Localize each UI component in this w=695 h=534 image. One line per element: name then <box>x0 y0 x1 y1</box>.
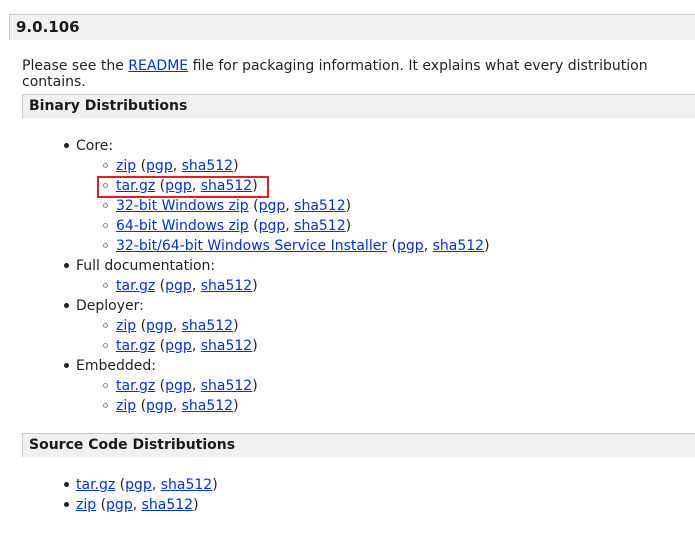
bullet-disc <box>64 502 69 507</box>
core-zip-pgp-link[interactable]: pgp <box>146 158 173 174</box>
embedded-zip-link[interactable]: zip <box>116 398 136 414</box>
core-win64-sha512-link[interactable]: sha512 <box>294 218 345 234</box>
source-targz-pgp-link[interactable]: pgp <box>125 477 152 493</box>
binary-distributions-header: Binary Distributions <box>22 94 695 118</box>
deployer-targz-link[interactable]: tar.gz <box>116 338 155 354</box>
list-item: tar.gz (pgp, sha512) <box>76 477 218 493</box>
bullet-circle <box>103 323 108 328</box>
list-item: zip (pgp, sha512) <box>116 318 239 334</box>
core-installer-sha512-link[interactable]: sha512 <box>433 238 484 254</box>
source-distributions-header: Source Code Distributions <box>22 433 695 457</box>
embedded-targz-link[interactable]: tar.gz <box>116 378 155 394</box>
intro-before: Please see the <box>22 58 129 74</box>
bullet-disc <box>64 482 69 487</box>
core-win32-sha512-link[interactable]: sha512 <box>294 198 345 214</box>
core-installer-pgp-link[interactable]: pgp <box>397 238 424 254</box>
core-win64-zip-link[interactable]: 64-bit Windows zip <box>116 218 249 234</box>
bullet-disc <box>64 263 69 268</box>
fulldoc-label: Full documentation: <box>76 258 216 274</box>
highlight-box <box>97 176 269 198</box>
deployer-targz-pgp-link[interactable]: pgp <box>165 338 192 354</box>
deployer-zip-sha512-link[interactable]: sha512 <box>182 318 233 334</box>
bullet-circle <box>103 283 108 288</box>
readme-link[interactable]: README <box>128 58 188 74</box>
bullet-disc <box>64 303 69 308</box>
core-zip-link[interactable]: zip <box>116 158 136 174</box>
list-item: zip (pgp, sha512) <box>76 497 199 513</box>
fulldoc-sha512-link[interactable]: sha512 <box>201 278 252 294</box>
core-win32-zip-link[interactable]: 32-bit Windows zip <box>116 198 249 214</box>
source-targz-link[interactable]: tar.gz <box>76 477 115 493</box>
embedded-zip-sha512-link[interactable]: sha512 <box>182 398 233 414</box>
deployer-label: Deployer: <box>76 298 144 314</box>
version-header: 9.0.106 <box>9 14 695 40</box>
deployer-zip-pgp-link[interactable]: pgp <box>146 318 173 334</box>
list-item: 32-bit Windows zip (pgp, sha512) <box>116 198 352 214</box>
embedded-label: Embedded: <box>76 358 156 374</box>
bullet-circle <box>103 403 108 408</box>
core-win64-pgp-link[interactable]: pgp <box>259 218 286 234</box>
bullet-circle <box>103 203 108 208</box>
bullet-circle <box>103 223 108 228</box>
embedded-targz-pgp-link[interactable]: pgp <box>165 378 192 394</box>
fulldoc-pgp-link[interactable]: pgp <box>165 278 192 294</box>
bullet-circle <box>103 163 108 168</box>
list-item: tar.gz (pgp, sha512) <box>116 278 258 294</box>
bullet-circle <box>103 243 108 248</box>
bullet-disc <box>64 143 69 148</box>
bullet-circle <box>103 343 108 348</box>
binary-distributions-title: Binary Distributions <box>29 98 188 114</box>
core-win32-pgp-link[interactable]: pgp <box>259 198 286 214</box>
core-label: Core: <box>76 138 114 154</box>
bullet-disc <box>64 363 69 368</box>
embedded-targz-sha512-link[interactable]: sha512 <box>201 378 252 394</box>
source-targz-sha512-link[interactable]: sha512 <box>161 477 212 493</box>
deployer-zip-link[interactable]: zip <box>116 318 136 334</box>
version-title: 9.0.106 <box>16 18 80 36</box>
list-item: 32-bit/64-bit Windows Service Installer … <box>116 238 490 254</box>
list-item: zip (pgp, sha512) <box>116 158 239 174</box>
list-item: tar.gz (pgp, sha512) <box>116 378 258 394</box>
source-zip-link[interactable]: zip <box>76 497 96 513</box>
embedded-zip-pgp-link[interactable]: pgp <box>146 398 173 414</box>
source-zip-sha512-link[interactable]: sha512 <box>142 497 193 513</box>
fulldoc-targz-link[interactable]: tar.gz <box>116 278 155 294</box>
intro-text: Please see the README file for packaging… <box>22 58 695 90</box>
list-item: tar.gz (pgp, sha512) <box>116 338 258 354</box>
core-service-installer-link[interactable]: 32-bit/64-bit Windows Service Installer <box>116 238 387 254</box>
core-zip-sha512-link[interactable]: sha512 <box>182 158 233 174</box>
source-zip-pgp-link[interactable]: pgp <box>106 497 133 513</box>
list-item: zip (pgp, sha512) <box>116 398 239 414</box>
list-item: 64-bit Windows zip (pgp, sha512) <box>116 218 352 234</box>
deployer-targz-sha512-link[interactable]: sha512 <box>201 338 252 354</box>
source-distributions-title: Source Code Distributions <box>29 437 236 453</box>
bullet-circle <box>103 383 108 388</box>
